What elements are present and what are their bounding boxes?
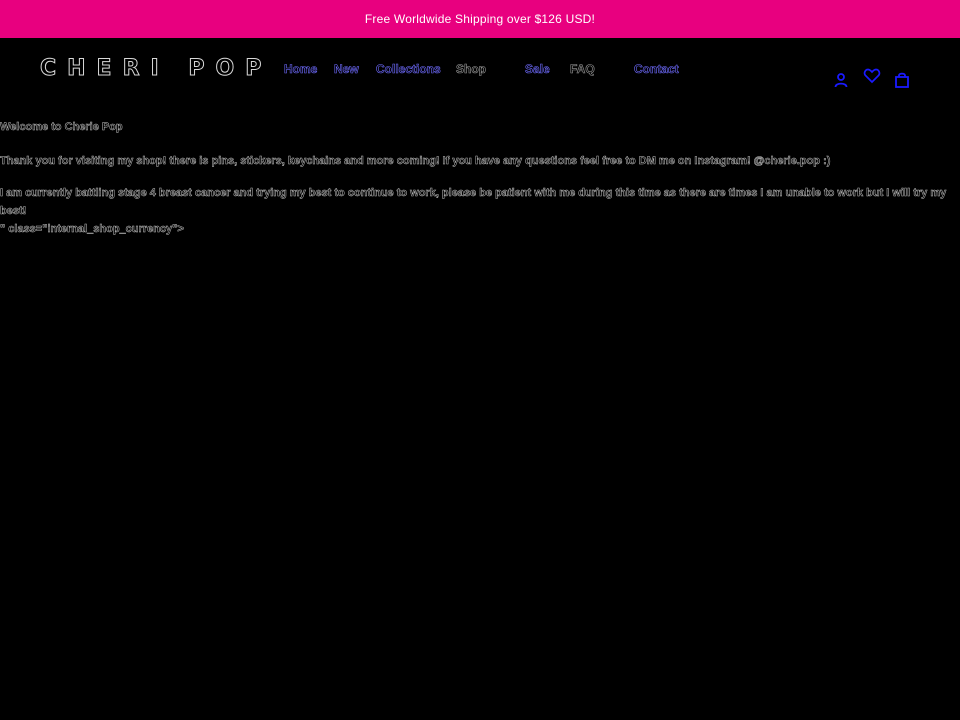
intro-paragraph: Thank you for visiting my shop! there is… <box>0 155 831 168</box>
nav-item-contact[interactable]: Contact <box>634 62 679 77</box>
cart-bag-icon[interactable] <box>893 71 911 89</box>
wishlist-heart-icon[interactable] <box>863 67 881 85</box>
nav-item-home[interactable]: Home <box>284 62 318 77</box>
main-nav: Home New Collections Shop Sale FAQ Conta… <box>0 62 960 78</box>
announcement-bar: Free Worldwide Shipping over $126 USD! <box>0 0 960 38</box>
stray-markup-text: " class="internal_shop_currency"> <box>0 223 184 236</box>
nav-item-sale[interactable]: Sale <box>525 62 550 77</box>
nav-item-faq[interactable]: FAQ <box>570 62 595 77</box>
nav-item-shop[interactable]: Shop <box>456 62 487 77</box>
welcome-heading: Welcome to Cherie Pop <box>0 121 123 134</box>
announcement-text: Free Worldwide Shipping over $126 USD! <box>364 12 596 26</box>
site-header: CHERI POP Home New Collections Shop Sale… <box>0 38 960 108</box>
nav-item-collections[interactable]: Collections <box>376 62 441 77</box>
account-icon[interactable] <box>832 71 850 89</box>
notice-paragraph: I am currently battling stage 4 breast c… <box>0 187 947 218</box>
nav-item-new[interactable]: New <box>334 62 359 77</box>
